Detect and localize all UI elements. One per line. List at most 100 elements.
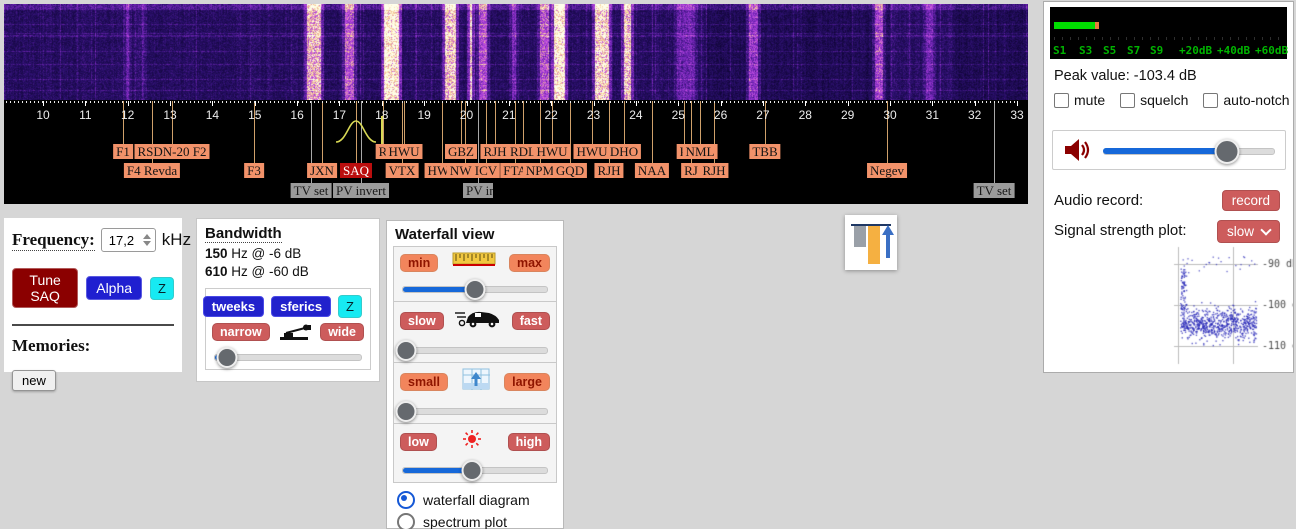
checkbox-row-auto-notch[interactable]: auto-notch [1203, 92, 1290, 108]
z-bandwidth-button[interactable]: Z [338, 295, 362, 318]
squelch-checkbox[interactable] [1120, 92, 1136, 108]
wfv-slider-1[interactable] [395, 340, 550, 361]
new-memory-button[interactable]: new [12, 370, 56, 391]
bandwidth-slider[interactable] [212, 347, 364, 368]
station-label-rjh[interactable]: RJH [480, 144, 510, 159]
radio-option-spectrum-plot[interactable]: spectrum plot [397, 513, 557, 529]
axis-tick-label: 22 [544, 108, 558, 122]
station-label-rj[interactable]: RJ [681, 163, 701, 178]
bandwidth-title: Bandwidth [205, 225, 282, 243]
memories-label: Memories: [12, 336, 91, 355]
narrow-button[interactable]: narrow [212, 323, 270, 341]
station-label-saq[interactable]: SAQ [339, 163, 373, 178]
s-meter-bar-tip [1095, 22, 1099, 29]
min-button[interactable]: min [400, 253, 439, 272]
radio-button[interactable] [397, 513, 415, 529]
axis-tick-label: 24 [629, 108, 643, 122]
frequency-stepper[interactable] [141, 234, 153, 246]
smeter-label-S9: S9 [1150, 44, 1164, 57]
station-label-f1[interactable]: F1 [113, 144, 133, 159]
radio-button[interactable] [397, 491, 415, 509]
wfv-slider-0[interactable] [400, 279, 550, 300]
station-label-hwu[interactable]: HWU [573, 144, 611, 159]
station-label-vtx[interactable]: VTX [385, 163, 419, 178]
station-label-negev[interactable]: Negev [867, 163, 907, 178]
checkbox-row-mute[interactable]: mute [1054, 92, 1105, 108]
station-label-pv-inv[interactable]: PV inv [463, 183, 493, 198]
wfv-slider-2-thumb[interactable] [395, 401, 417, 422]
alpha-button[interactable]: Alpha [86, 276, 143, 300]
axis-tick-label: 27 [756, 108, 770, 122]
low-button[interactable]: low [400, 432, 437, 451]
high-button[interactable]: high [507, 432, 550, 451]
axis-tick-label: 10 [36, 108, 50, 122]
station-label-f4-revda[interactable]: F4 Revda [123, 163, 181, 178]
bandwidth-slider-thumb[interactable] [216, 347, 238, 368]
station-label-rjh[interactable]: RJH [594, 163, 624, 178]
small-button[interactable]: small [400, 372, 448, 391]
volume-slider[interactable] [1103, 139, 1275, 164]
axis-tick-label: 16 [290, 108, 304, 122]
axis-tick-label: 25 [671, 108, 685, 122]
station-label-f3[interactable]: F3 [244, 163, 264, 178]
station-label-nml[interactable]: NML [682, 144, 718, 159]
axis-major-tick [127, 101, 129, 106]
wide-button[interactable]: wide [320, 323, 364, 341]
station-label-rjh[interactable]: RJH [699, 163, 729, 178]
z-button[interactable]: Z [150, 276, 174, 300]
wfv-slider-1-thumb[interactable] [395, 340, 417, 361]
waterfall-shift-button[interactable] [845, 215, 897, 270]
station-label-icv[interactable]: ICV [471, 163, 501, 178]
wfv-slider-2[interactable] [395, 401, 550, 422]
checkbox-row-squelch[interactable]: squelch [1120, 92, 1188, 108]
station-label-gqd[interactable]: GQD [552, 163, 588, 178]
fast-button[interactable]: fast [511, 311, 550, 330]
smeter-label-S1: S1 [1053, 44, 1067, 57]
window-up-icon [462, 368, 491, 395]
plot-speed-select[interactable]: slow [1216, 220, 1280, 243]
morse-key-icon [279, 324, 311, 340]
max-button[interactable]: max [508, 253, 550, 272]
station-label-hwu[interactable]: HWU [533, 144, 571, 159]
bandwidth-60db-line: 610 Hz @ -60 dB [205, 264, 309, 279]
wfv-slider-3-thumb[interactable] [461, 460, 483, 481]
volume-slider-thumb[interactable] [1214, 139, 1240, 164]
waterfall-spectrogram[interactable] [4, 4, 1028, 100]
axis-major-tick [508, 101, 510, 106]
tweeks-button[interactable]: tweeks [202, 296, 265, 317]
wfv-slider-2-track[interactable] [402, 408, 548, 415]
slow-button[interactable]: slow [400, 311, 444, 330]
record-button[interactable]: record [1221, 190, 1280, 211]
station-label-tv-set[interactable]: TV set [973, 183, 1015, 198]
station-label-tbb[interactable]: TBB [749, 144, 781, 159]
smeter-label-S7: S7 [1127, 44, 1141, 57]
station-label-naa[interactable]: NAA [634, 163, 670, 178]
station-label-gbz[interactable]: GBZ [445, 144, 477, 159]
frequency-input[interactable] [106, 231, 141, 249]
wfv-slider-1-track[interactable] [402, 347, 548, 354]
ruler-icon [452, 252, 496, 273]
station-label-hwu[interactable]: HWU [385, 144, 423, 159]
mute-checkbox[interactable] [1054, 92, 1069, 108]
axis-major-tick [339, 101, 341, 106]
tune-saq-button[interactable]: Tune SAQ [12, 268, 79, 308]
large-button[interactable]: large [504, 372, 550, 391]
auto-notch-checkbox[interactable] [1203, 92, 1219, 108]
smeter-label-p20dB: +20dB [1179, 44, 1213, 57]
station-label-dho[interactable]: DHO [606, 144, 642, 159]
axis-major-tick [212, 101, 214, 106]
station-label-jxn[interactable]: JXN [307, 163, 337, 178]
wfv-group-slow-fast: slow fast [393, 301, 557, 363]
sferics-button[interactable]: sferics [271, 296, 332, 317]
station-line [442, 101, 443, 163]
waterfall-view-title: Waterfall view [395, 226, 495, 243]
car-icon [453, 307, 503, 334]
station-label-tv-set[interactable]: TV set [290, 183, 332, 198]
station-label-pv-invert[interactable]: PV invert [333, 183, 389, 198]
wfv-slider-3[interactable] [400, 460, 550, 481]
wfv-slider-0-thumb[interactable] [464, 279, 486, 300]
axis-major-tick [762, 101, 764, 106]
station-label-rsdn-20-f2[interactable]: RSDN-20 F2 [134, 144, 210, 159]
axis-tick-label: 32 [968, 108, 982, 122]
radio-option-waterfall-diagram[interactable]: waterfall diagram [397, 491, 557, 509]
